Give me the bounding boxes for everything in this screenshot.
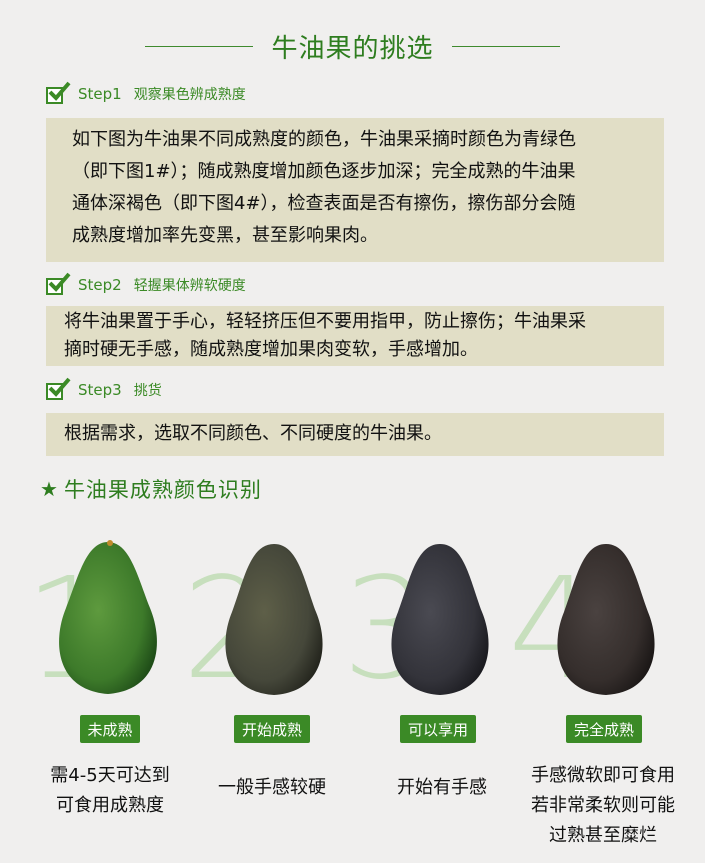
avocado-fully-ripe-image <box>557 544 655 695</box>
text-line: 根据需求，选取不同颜色、不同硬度的牛油果。 <box>64 423 442 444</box>
step-3-header: Step3 挑货 <box>46 377 162 402</box>
stage-desc-1: 需4-5天可达到 可食用成熟度 <box>20 761 200 821</box>
text-line: 摘时硬无手感，随成熟度增加果肉变软，手感增加。 <box>64 339 478 360</box>
page-title-row: 牛油果的挑选 <box>0 26 705 66</box>
desc-line: 可食用成熟度 <box>56 795 164 816</box>
step-1-text-box: 如下图为牛油果不同成熟度的颜色，牛油果采摘时颜色为青绿色 （即下图1#）；随成熟… <box>46 118 664 262</box>
text-line: 通体深褐色（即下图4#），检查表面是否有擦伤，擦伤部分会随 <box>72 193 576 214</box>
step-title: 轻握果体辨软硬度 <box>133 278 246 294</box>
stage-label-1: 未成熟 <box>80 715 140 743</box>
star-icon: ★ <box>40 477 58 501</box>
step-1-header: Step1 观察果色辨成熟度 <box>46 81 246 106</box>
stage-label-4: 完全成熟 <box>566 715 642 743</box>
avocado-ready-image <box>391 544 489 695</box>
checkbox-icon <box>46 272 71 295</box>
stage-label-2: 开始成熟 <box>234 715 310 743</box>
text-line: 如下图为牛油果不同成熟度的颜色，牛油果采摘时颜色为青绿色 <box>72 129 576 150</box>
text-line: （即下图1#）；随成熟度增加颜色逐步加深；完全成熟的牛油果 <box>72 161 576 182</box>
step-2-text-box: 将牛油果置于手心，轻轻挤压但不要用指甲，防止擦伤；牛油果采 摘时硬无手感，随成熟… <box>46 306 664 366</box>
stage-desc-3: 开始有手感 <box>362 773 522 803</box>
section-title: 牛油果成熟颜色识别 <box>63 478 262 502</box>
text-line: 成熟度增加率先变黑，甚至影响果肉。 <box>72 225 378 246</box>
title-divider-right <box>451 45 560 47</box>
step-number: Step2 <box>78 276 122 294</box>
step-2-header: Step2 轻握果体辨软硬度 <box>46 272 246 297</box>
avocado-unripe-image <box>59 540 157 694</box>
step-number: Step3 <box>78 381 122 399</box>
checkbox-icon <box>46 377 71 400</box>
stage-desc-2: 一般手感较硬 <box>192 773 352 803</box>
step-number: Step1 <box>78 85 122 103</box>
desc-line: 需4-5天可达到 <box>50 765 170 786</box>
desc-line: 开始有手感 <box>397 777 487 798</box>
step-3-text-box: 根据需求，选取不同颜色、不同硬度的牛油果。 <box>46 413 664 456</box>
desc-line: 一般手感较硬 <box>218 777 326 798</box>
stage-desc-4: 手感微软即可食用 若非常柔软则可能 过熟甚至糜烂 <box>512 761 694 851</box>
checkbox-icon <box>46 81 71 104</box>
desc-line: 若非常柔软则可能 <box>531 795 675 816</box>
title-divider-left <box>145 45 254 47</box>
avocado-ripening-image <box>225 544 323 695</box>
desc-line: 手感微软即可食用 <box>531 765 675 786</box>
page-title: 牛油果的挑选 <box>271 33 434 64</box>
text-line: 将牛油果置于手心，轻轻挤压但不要用指甲，防止擦伤；牛油果采 <box>64 311 586 332</box>
section-ripeness-header: ★ 牛油果成熟颜色识别 <box>40 474 262 504</box>
step-title: 挑货 <box>133 383 162 399</box>
stage-label-3: 可以享用 <box>400 715 476 743</box>
step-title: 观察果色辨成熟度 <box>133 87 246 103</box>
desc-line: 过熟甚至糜烂 <box>549 825 657 846</box>
